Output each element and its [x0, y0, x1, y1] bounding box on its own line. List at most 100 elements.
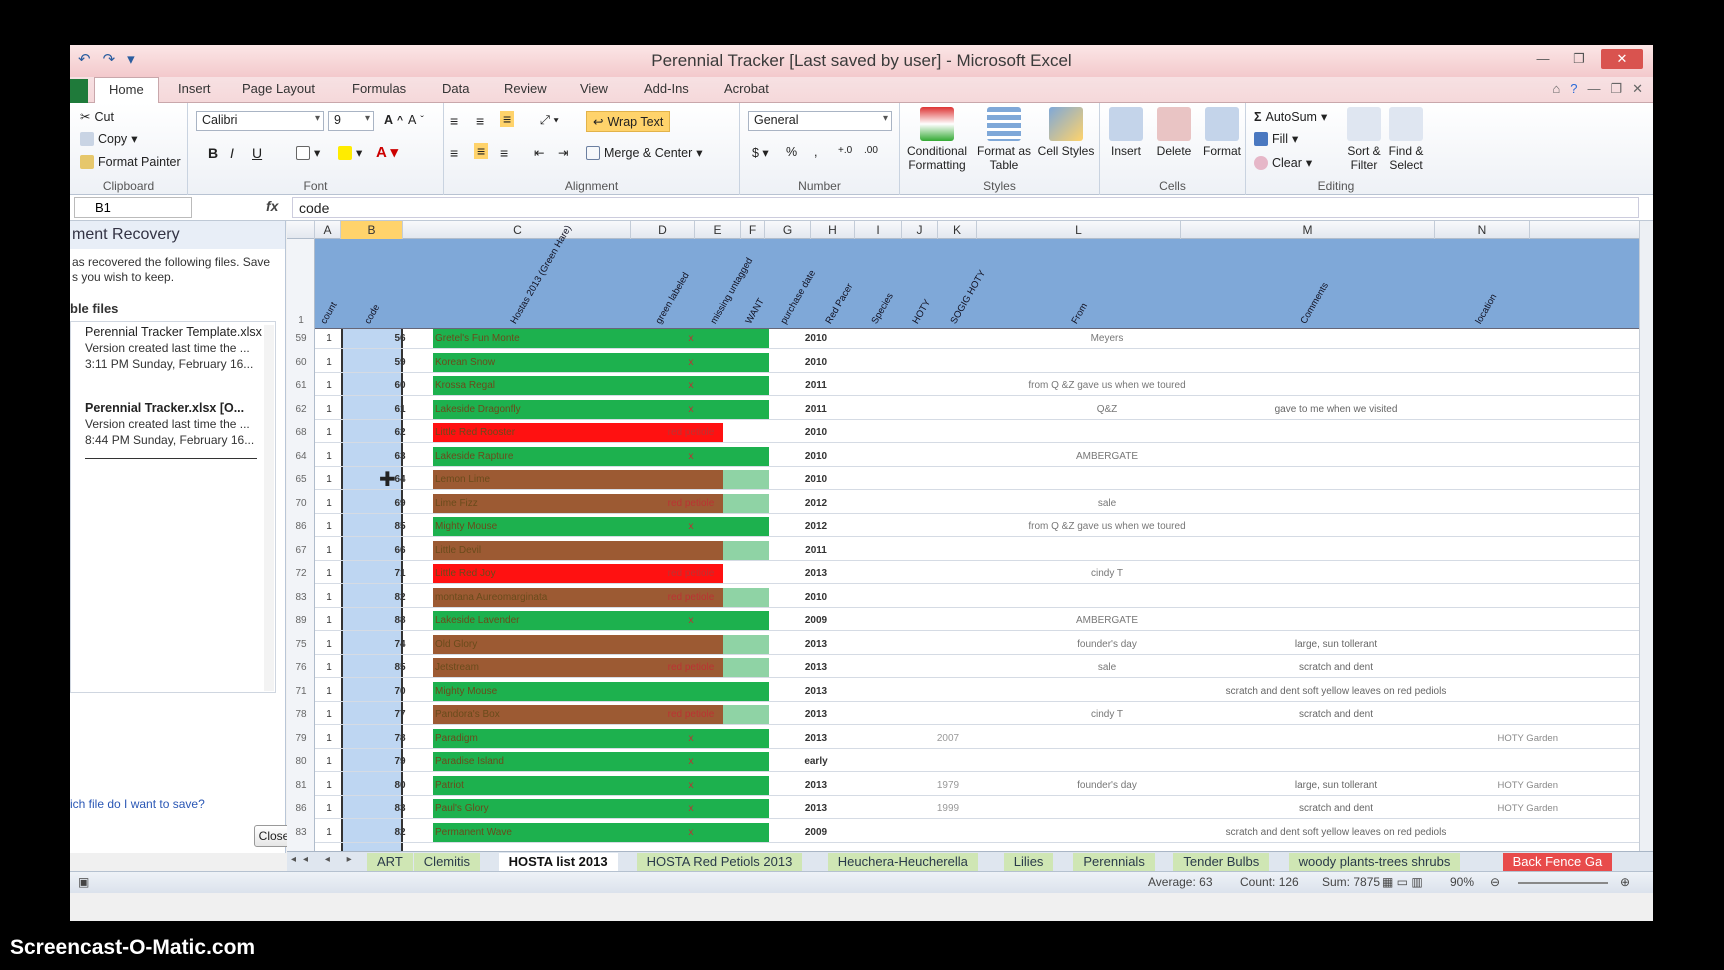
- workbook-minimize-icon[interactable]: —: [1587, 81, 1600, 97]
- column-header-b[interactable]: B: [341, 221, 403, 239]
- cell-count[interactable]: 1: [321, 447, 337, 466]
- row-header[interactable]: 79: [287, 733, 315, 744]
- table-row[interactable]: 1 88 Lakeside Lavender x 2009 AMBERGATE: [315, 611, 1653, 631]
- column-header-k[interactable]: K: [938, 221, 977, 239]
- table-row[interactable]: 1 62 Little Red Rooster red petiole 2010: [315, 423, 1653, 443]
- cell-from[interactable]: cindy T: [1005, 564, 1209, 583]
- row-header[interactable]: 71: [287, 686, 315, 697]
- collapse-ribbon-icon[interactable]: ⌂: [1552, 81, 1560, 97]
- cell-location[interactable]: [1463, 376, 1558, 395]
- cell-missing[interactable]: [723, 587, 769, 607]
- cell-code[interactable]: 85: [369, 517, 431, 536]
- cell-location[interactable]: HOTY Garden: [1463, 799, 1558, 818]
- cell-purchase-date[interactable]: 2009: [793, 823, 839, 842]
- cell-green-labeled[interactable]: x: [659, 399, 723, 419]
- cell-missing[interactable]: [723, 493, 769, 513]
- cell-count[interactable]: 1: [321, 799, 337, 818]
- cell-count[interactable]: 1: [321, 752, 337, 771]
- cell-missing[interactable]: [723, 752, 769, 771]
- cell-comments[interactable]: scratch and dent: [1209, 799, 1463, 818]
- cell-code[interactable]: 88: [369, 611, 431, 630]
- cell-missing[interactable]: [723, 681, 769, 701]
- cut-button[interactable]: ✂ Cut: [80, 109, 114, 125]
- cell-comments[interactable]: scratch and dent soft yellow leaves on r…: [1209, 823, 1463, 842]
- cell-hosta-name[interactable]: Jetstream: [433, 658, 659, 677]
- cell-from[interactable]: founder's day: [1005, 776, 1209, 795]
- cell-location[interactable]: [1463, 658, 1558, 677]
- sheet-tab[interactable]: Tender Bulbs: [1173, 853, 1270, 871]
- cell-missing[interactable]: [723, 540, 769, 560]
- cell-green-labeled[interactable]: red petiole: [659, 493, 723, 513]
- sheet-tab[interactable]: Perennials: [1073, 853, 1155, 871]
- decrease-indent-icon[interactable]: ⇤: [534, 145, 544, 160]
- bottom-align-icon[interactable]: ≡: [500, 111, 515, 127]
- cell-hosta-name[interactable]: Gretel's Fun Monte: [433, 329, 659, 348]
- cell-code[interactable]: 85: [369, 658, 431, 677]
- cell-comments[interactable]: [1209, 447, 1463, 466]
- cell-code[interactable]: 78: [369, 729, 431, 748]
- cell-hosta-name[interactable]: Lime Fizz: [433, 493, 659, 513]
- zoom-level[interactable]: 90%: [1450, 875, 1474, 889]
- format-as-table-button[interactable]: Format as Table: [974, 107, 1034, 172]
- cell-hosta-name[interactable]: Pandora's Box: [433, 705, 659, 724]
- cell-hosta-name[interactable]: Paul's Glory: [433, 799, 659, 818]
- cell-from[interactable]: [1005, 470, 1209, 489]
- cell-from[interactable]: Q&Z: [1005, 400, 1209, 419]
- font-color-button[interactable]: A ▾: [376, 143, 398, 161]
- row-header[interactable]: 86: [287, 803, 315, 814]
- cell-from[interactable]: [1005, 823, 1209, 842]
- table-row[interactable]: 1 85 Mighty Mouse x 2012 from Q &Z gave us wh…: [315, 517, 1653, 537]
- cell-location[interactable]: [1463, 564, 1558, 583]
- cell-purchase-date[interactable]: 2010: [793, 329, 839, 348]
- cell-missing[interactable]: [723, 399, 769, 419]
- column-header-a[interactable]: A: [315, 221, 341, 239]
- header-row[interactable]: count code Hostas 2013 (Green Hare) green l…: [315, 224, 1653, 329]
- cell-location[interactable]: [1463, 823, 1558, 842]
- cell-green-labeled[interactable]: x: [659, 517, 723, 536]
- cell-from[interactable]: [1005, 541, 1209, 560]
- table-row[interactable]: 1 60 Krossa Regal x 2011 from Q &Z gave us wh…: [315, 376, 1653, 396]
- column-header-h[interactable]: H: [811, 221, 855, 239]
- help-icon[interactable]: ?: [1570, 81, 1577, 97]
- close-window-button[interactable]: ✕: [1601, 49, 1643, 69]
- zoom-slider[interactable]: [1518, 882, 1608, 884]
- cell-green-labeled[interactable]: x: [659, 822, 723, 842]
- table-row[interactable]: 1 78 Paradigm x 2013 2007 HOTY Garden: [315, 728, 1653, 749]
- cell-code[interactable]: 69: [369, 494, 431, 513]
- cell-from[interactable]: [1005, 799, 1209, 818]
- cell-purchase-date[interactable]: 2011: [793, 400, 839, 419]
- cell-location[interactable]: [1463, 752, 1558, 771]
- cell-comments[interactable]: [1209, 470, 1463, 489]
- cell-hosta-name[interactable]: Paradigm: [433, 728, 659, 748]
- cell-comments[interactable]: [1209, 423, 1463, 442]
- name-box[interactable]: B1: [74, 197, 192, 218]
- cell-code[interactable]: 70: [369, 682, 431, 701]
- wrap-text-button[interactable]: ↩ Wrap Text: [586, 111, 671, 132]
- borders-button[interactable]: ▾: [296, 145, 320, 160]
- cell-location[interactable]: [1463, 635, 1558, 654]
- cell-green-labeled[interactable]: red petiole: [659, 587, 723, 607]
- cell-green-labeled[interactable]: x: [659, 728, 723, 748]
- column-header-l[interactable]: L: [977, 221, 1181, 239]
- table-row[interactable]: 1 80 Patriot x 2013 1979 founder's day large, s…: [315, 775, 1653, 796]
- sheet-tab[interactable]: Heuchera-Heucherella: [827, 853, 978, 871]
- cell-comments[interactable]: gave to me when we visited: [1209, 400, 1463, 419]
- cell-comments[interactable]: [1209, 752, 1463, 771]
- cell-comments[interactable]: scratch and dent soft yellow leaves on r…: [1209, 682, 1463, 701]
- font-name-combo[interactable]: Calibri: [196, 111, 324, 131]
- cell-missing[interactable]: [723, 376, 769, 395]
- sheet-tab[interactable]: Back Fence Ga: [1502, 853, 1613, 871]
- row-header[interactable]: 70: [287, 498, 315, 509]
- cell-green-labeled[interactable]: red petiole: [659, 564, 723, 583]
- cell-hosta-name[interactable]: Korean Snow: [433, 352, 659, 372]
- cell-green-labeled[interactable]: [659, 470, 723, 489]
- cell-missing[interactable]: [723, 705, 769, 724]
- cell-code[interactable]: 82: [369, 588, 431, 607]
- cell-from[interactable]: [1005, 423, 1209, 442]
- tab-page-layout[interactable]: Page Layout: [242, 81, 315, 96]
- cell-from[interactable]: founder's day: [1005, 635, 1209, 654]
- align-left-icon[interactable]: ≡: [450, 145, 458, 161]
- cell-location[interactable]: HOTY Garden: [1463, 776, 1558, 795]
- recovery-scrollbar[interactable]: [264, 325, 274, 691]
- row-header[interactable]: 78: [287, 709, 315, 720]
